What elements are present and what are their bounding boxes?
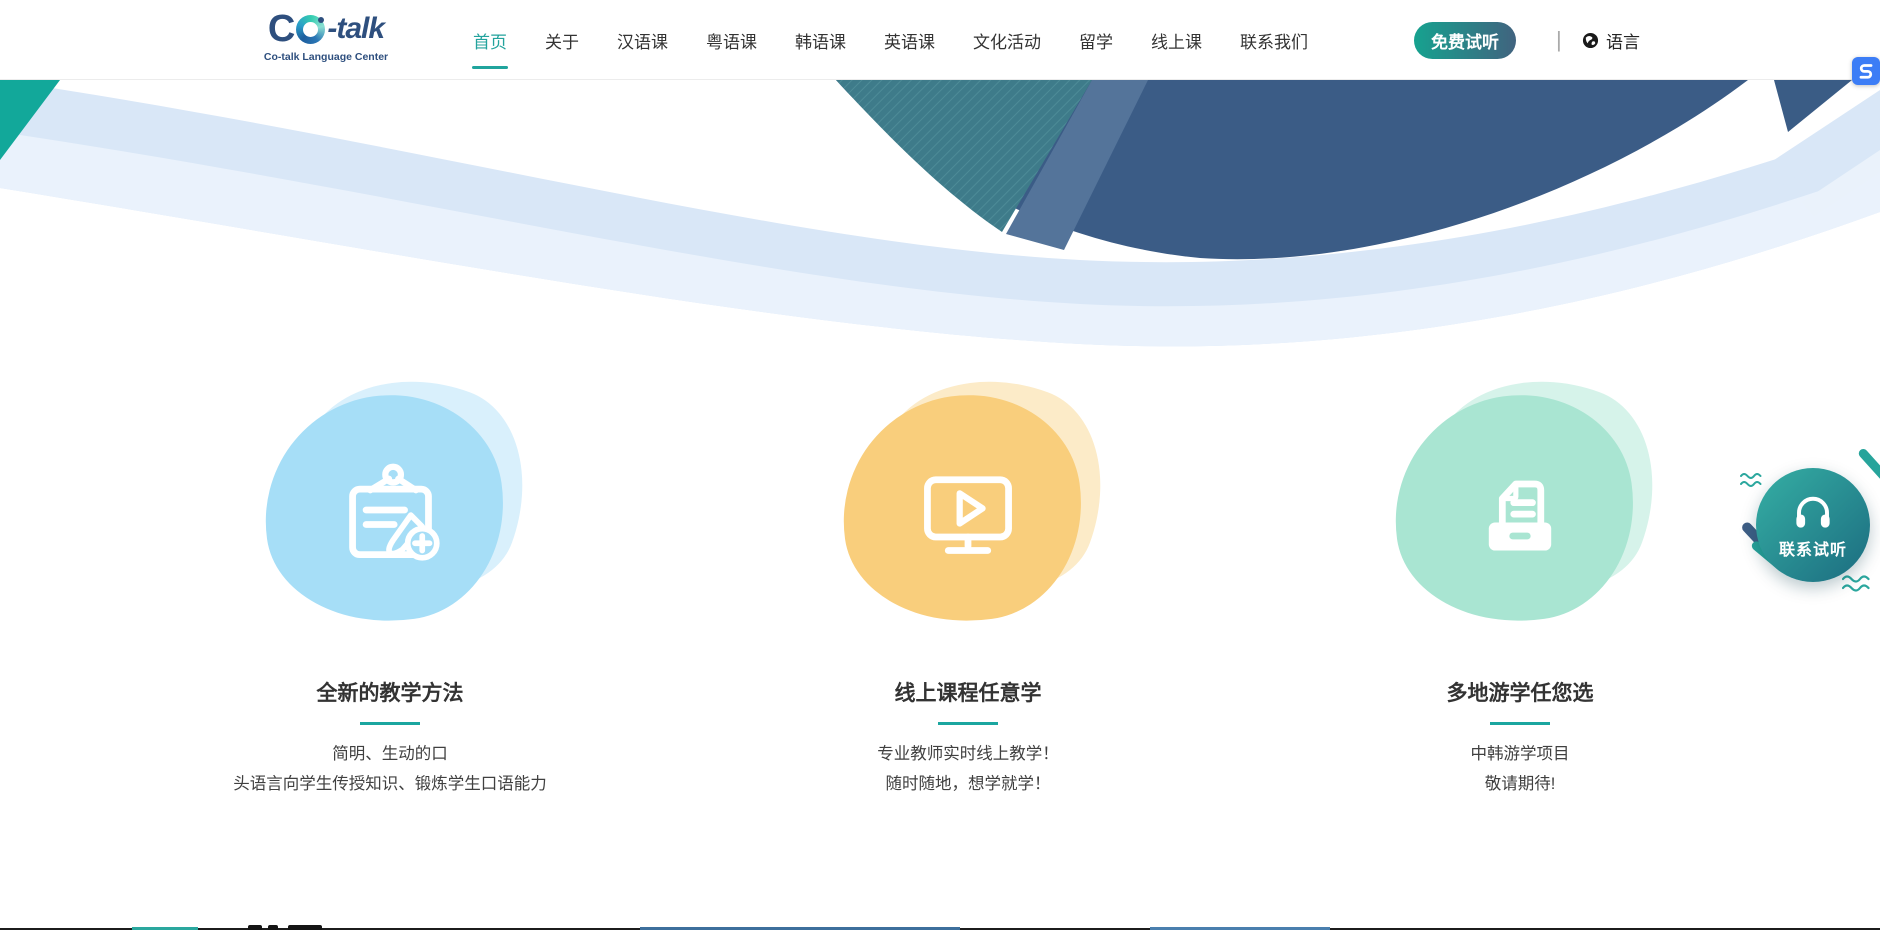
feature-text: 随时随地，想学就学！ <box>748 769 1188 799</box>
nav-item-home[interactable]: 首页 <box>473 0 507 80</box>
title-underline <box>938 722 998 725</box>
logo-talk-text: -talk <box>327 14 384 44</box>
contact-trial-label: 联系试听 <box>1779 536 1847 560</box>
nav-item-korean-course[interactable]: 韩语课 <box>795 0 846 80</box>
nav-item-study-abroad[interactable]: 留学 <box>1079 0 1113 80</box>
free-trial-button[interactable]: 免费试听 <box>1414 22 1516 59</box>
nav-item-about[interactable]: 关于 <box>545 0 579 80</box>
decoration-wave-lines <box>1740 472 1766 488</box>
feature-card: 线上课程任意学 专业教师实时线上教学！ 随时随地，想学就学！ <box>748 378 1188 799</box>
logo-o-icon <box>296 15 325 44</box>
title-underline <box>1490 722 1550 725</box>
feature-title: 全新的教学方法 <box>170 677 610 707</box>
feature-text: 头语言向学生传授知识、锻炼学生口语能力 <box>170 769 610 799</box>
clipboard-edit-icon <box>338 459 442 563</box>
feature-text: 专业教师实时线上教学！ <box>748 739 1188 769</box>
feature-text: 简明、生动的口 <box>170 739 610 769</box>
nav-item-chinese-course[interactable]: 汉语课 <box>617 0 668 80</box>
document-tray-icon <box>1468 459 1572 563</box>
logo-wordmark: C -talk <box>246 10 406 48</box>
blob-graphic <box>1380 378 1660 634</box>
header-divider: | <box>1556 27 1562 53</box>
nav-item-culture-activities[interactable]: 文化活动 <box>973 0 1041 80</box>
globe-icon <box>1582 32 1599 49</box>
blob-graphic <box>250 378 530 634</box>
contact-trial-widget: 联系试听 <box>1738 446 1880 614</box>
nav-item-english-course[interactable]: 英语课 <box>884 0 935 80</box>
header: C -talk Co-talk Language Center 首页 关于 汉语… <box>0 0 1880 80</box>
language-label: 语言 <box>1606 28 1640 53</box>
browser-extension-icon[interactable] <box>1852 57 1880 85</box>
next-section-heading-top <box>248 925 262 930</box>
feature-card: 全新的教学方法 简明、生动的口 头语言向学生传授知识、锻炼学生口语能力 <box>170 378 610 799</box>
language-switcher[interactable]: 语言 <box>1582 0 1640 80</box>
next-section-heading-top <box>268 925 278 930</box>
next-section-heading-top <box>288 925 322 930</box>
decoration-wave-lines <box>1842 574 1876 592</box>
headphones-icon <box>1792 491 1834 531</box>
feature-title: 多地游学任您选 <box>1300 677 1740 707</box>
main-nav: 首页 关于 汉语课 粤语课 韩语课 英语课 文化活动 留学 线上课 联系我们 <box>473 0 1308 80</box>
logo-subtitle: Co-talk Language Center <box>246 51 406 63</box>
feature-text: 中韩游学项目 <box>1300 739 1740 769</box>
nav-item-contact-us[interactable]: 联系我们 <box>1240 0 1308 80</box>
feature-title: 线上课程任意学 <box>748 677 1188 707</box>
feature-card: 多地游学任您选 中韩游学项目 敬请期待! <box>1300 378 1740 799</box>
logo[interactable]: C -talk Co-talk Language Center <box>246 10 406 63</box>
logo-letter-c: C <box>268 10 294 48</box>
contact-trial-button[interactable]: 联系试听 <box>1756 468 1870 582</box>
nav-item-online-course[interactable]: 线上课 <box>1151 0 1202 80</box>
nav-item-cantonese-course[interactable]: 粤语课 <box>706 0 757 80</box>
title-underline <box>360 722 420 725</box>
s-logo-icon <box>1855 60 1877 82</box>
page: C -talk Co-talk Language Center 首页 关于 汉语… <box>0 0 1880 930</box>
feature-text: 敬请期待! <box>1300 769 1740 799</box>
video-play-icon <box>916 459 1020 563</box>
blob-graphic <box>828 378 1108 634</box>
decoration-stick-teal <box>1857 447 1880 486</box>
hero-wave-graphic <box>0 80 1880 380</box>
